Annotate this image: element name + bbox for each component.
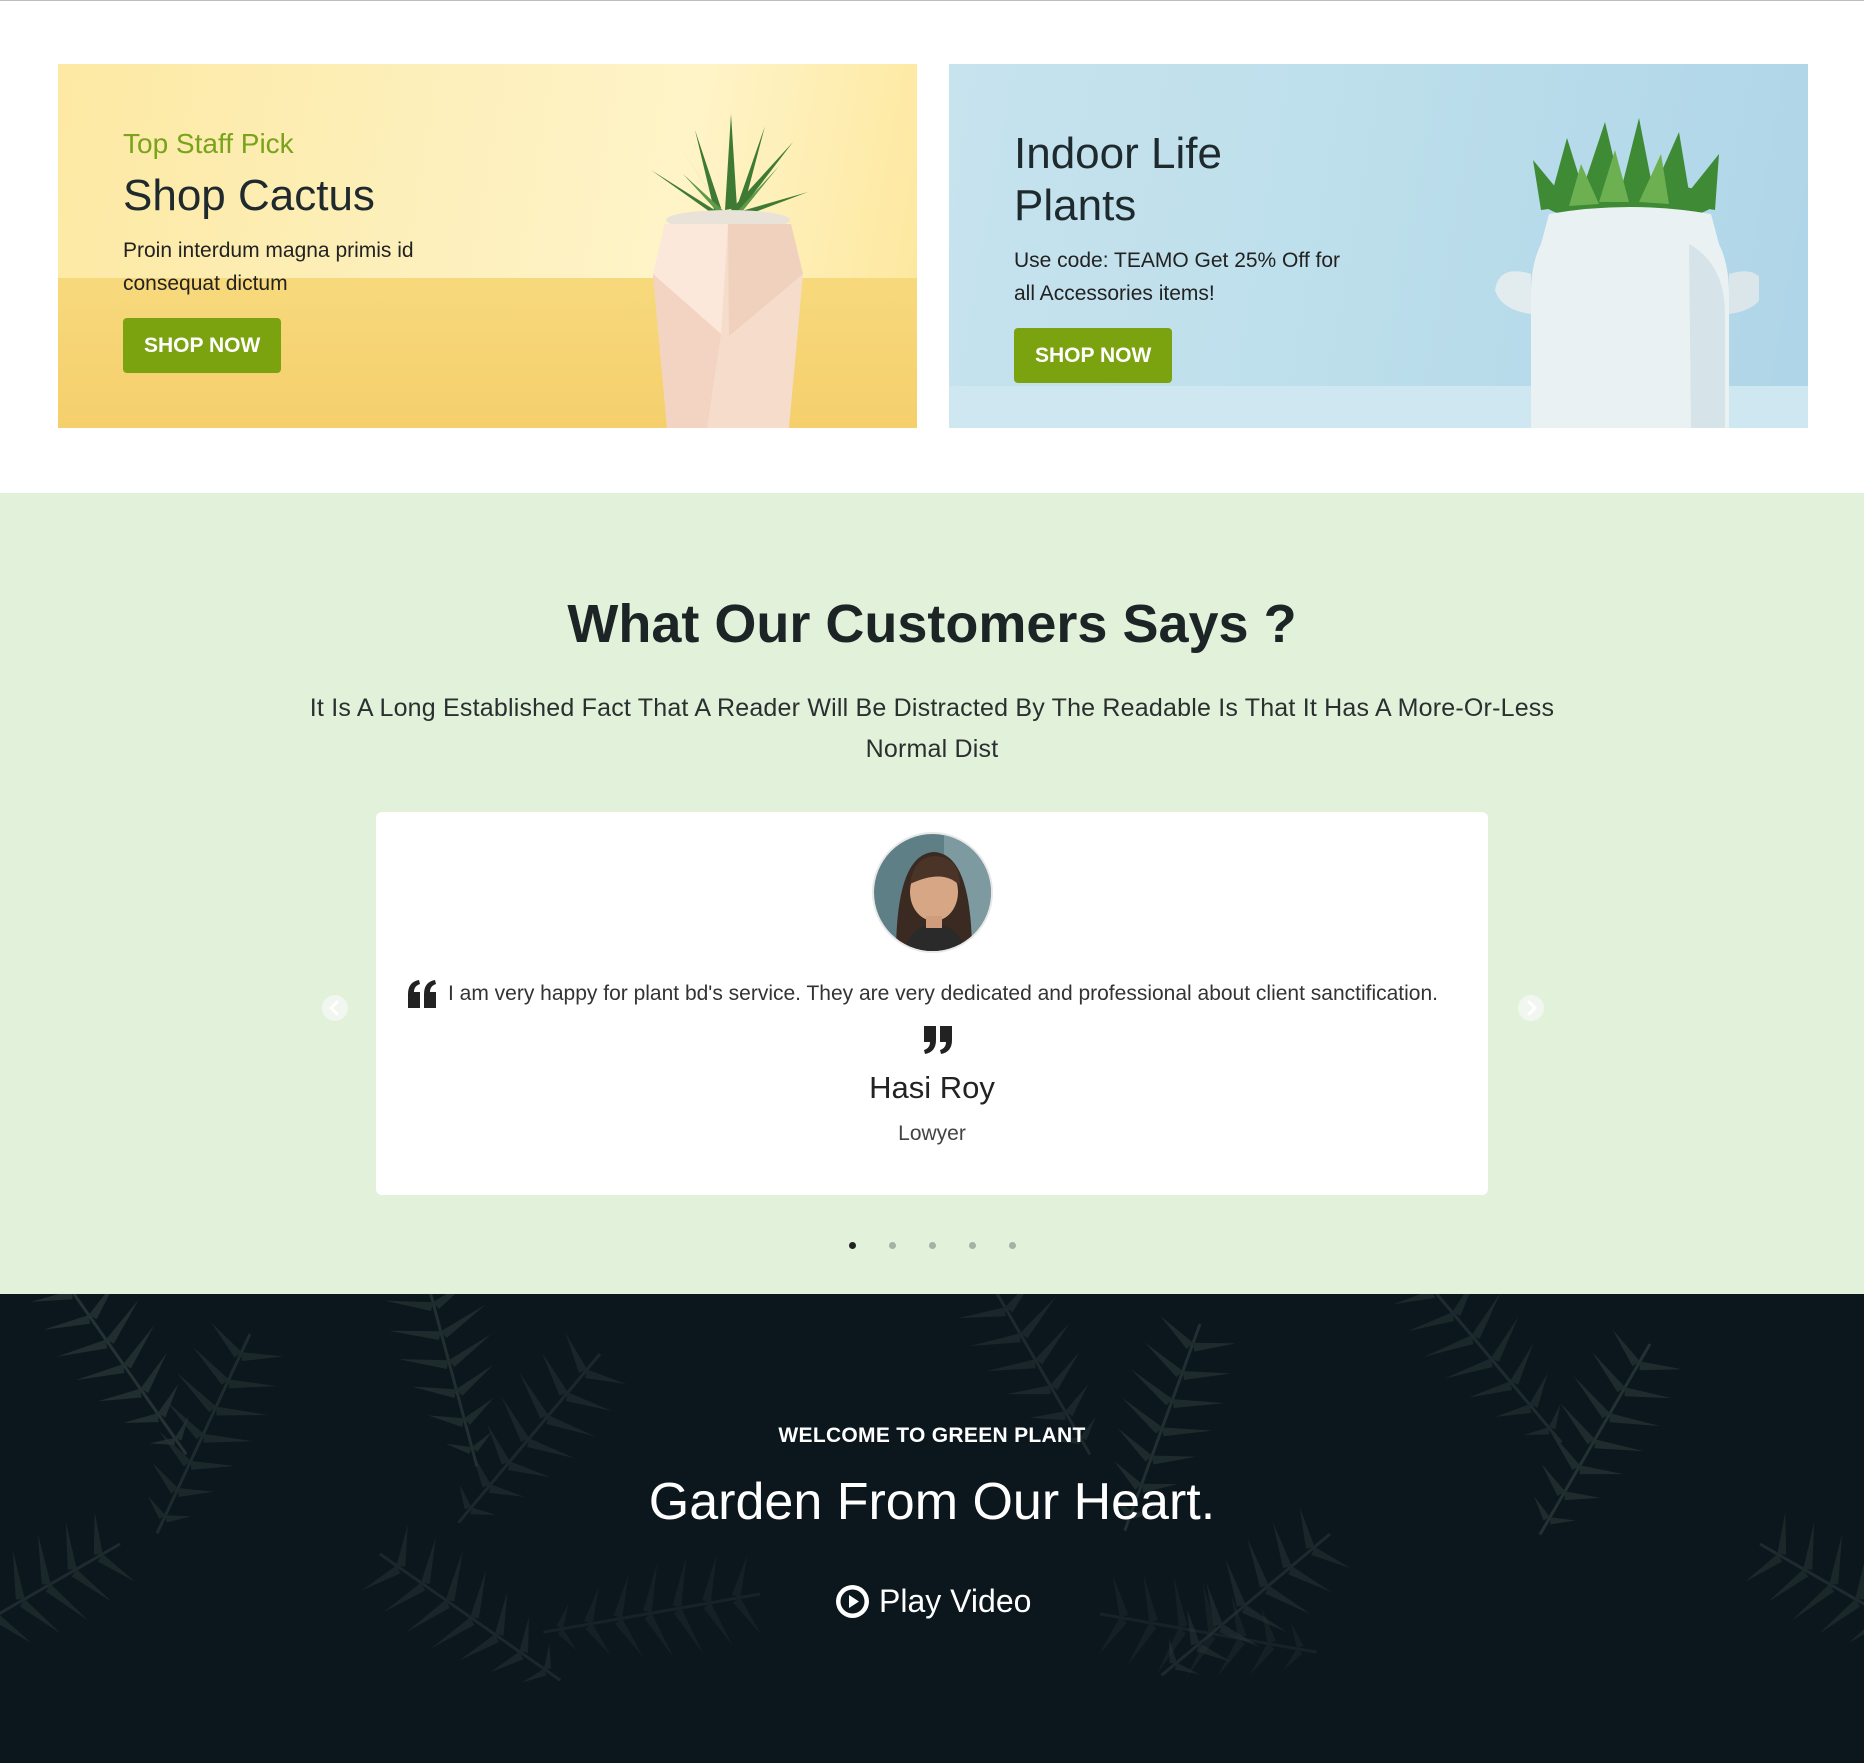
play-video-button[interactable]: Play Video — [836, 1581, 1031, 1621]
chevron-left-icon — [329, 1000, 339, 1016]
quote-close-icon — [924, 1026, 952, 1054]
shop-now-button[interactable]: SHOP NOW — [1014, 328, 1173, 383]
carousel-next-button[interactable] — [1518, 995, 1544, 1021]
carousel-dots — [0, 1242, 1864, 1249]
carousel-dot-4[interactable] — [968, 1242, 976, 1249]
testimonial-quote-line: I am very happy for plant bd's service. … — [406, 974, 1468, 1014]
promo-banner-indoor: Indoor Life Plants Use code: TEAMO Get 2… — [949, 64, 1808, 428]
promo-title: Shop Cactus — [123, 171, 375, 220]
carousel-dot-5[interactable] — [1008, 1242, 1016, 1249]
promo-text: Top Staff Pick Shop Cactus Proin interdu… — [123, 128, 423, 373]
avatar — [872, 832, 993, 953]
promo-banner-cactus: Top Staff Pick Shop Cactus Proin interdu… — [58, 64, 917, 428]
chevron-right-icon — [1527, 1000, 1537, 1016]
succulent-jar-image — [1495, 118, 1759, 428]
section-subtitle: It Is A Long Established Fact That A Rea… — [309, 694, 1555, 763]
promo-eyebrow: Top Staff Pick — [123, 128, 294, 159]
video-hero-section: WELCOME TO GREEN PLANT Garden From Our H… — [0, 1294, 1864, 1763]
promo-description: Proin interdum magna primis id consequat… — [123, 239, 414, 295]
testimonials-section: What Our Customers Says ? It Is A Long E… — [0, 493, 1864, 1294]
hero-eyebrow: WELCOME TO GREEN PLANT — [778, 1424, 1086, 1447]
cactus-pot-image — [651, 114, 808, 428]
top-divider — [0, 0, 1864, 1]
testimonial-card: I am very happy for plant bd's service. … — [376, 812, 1488, 1195]
carousel-dot-2[interactable] — [888, 1242, 896, 1249]
shop-now-button[interactable]: SHOP NOW — [123, 318, 282, 373]
promo-text: Indoor Life Plants Use code: TEAMO Get 2… — [1014, 128, 1354, 383]
carousel-dot-3[interactable] — [928, 1242, 936, 1249]
quote-open-icon — [408, 980, 436, 1008]
section-title: What Our Customers Says ? — [567, 594, 1297, 654]
promo-description: Use code: TEAMO Get 25% Off for all Acce… — [1014, 249, 1341, 305]
testimonial-author-name: Hasi Roy — [869, 1070, 995, 1105]
testimonial-author-role: Lowyer — [898, 1122, 966, 1145]
play-video-label: Play Video — [879, 1582, 1032, 1619]
carousel-prev-button[interactable] — [322, 995, 348, 1021]
carousel-dot-1[interactable] — [848, 1242, 856, 1249]
play-circle-icon — [836, 1584, 869, 1618]
hero-title: Garden From Our Heart. — [648, 1473, 1216, 1531]
promo-title: Indoor Life Plants — [1014, 129, 1222, 230]
testimonial-quote: I am very happy for plant bd's service. … — [448, 982, 1438, 1005]
